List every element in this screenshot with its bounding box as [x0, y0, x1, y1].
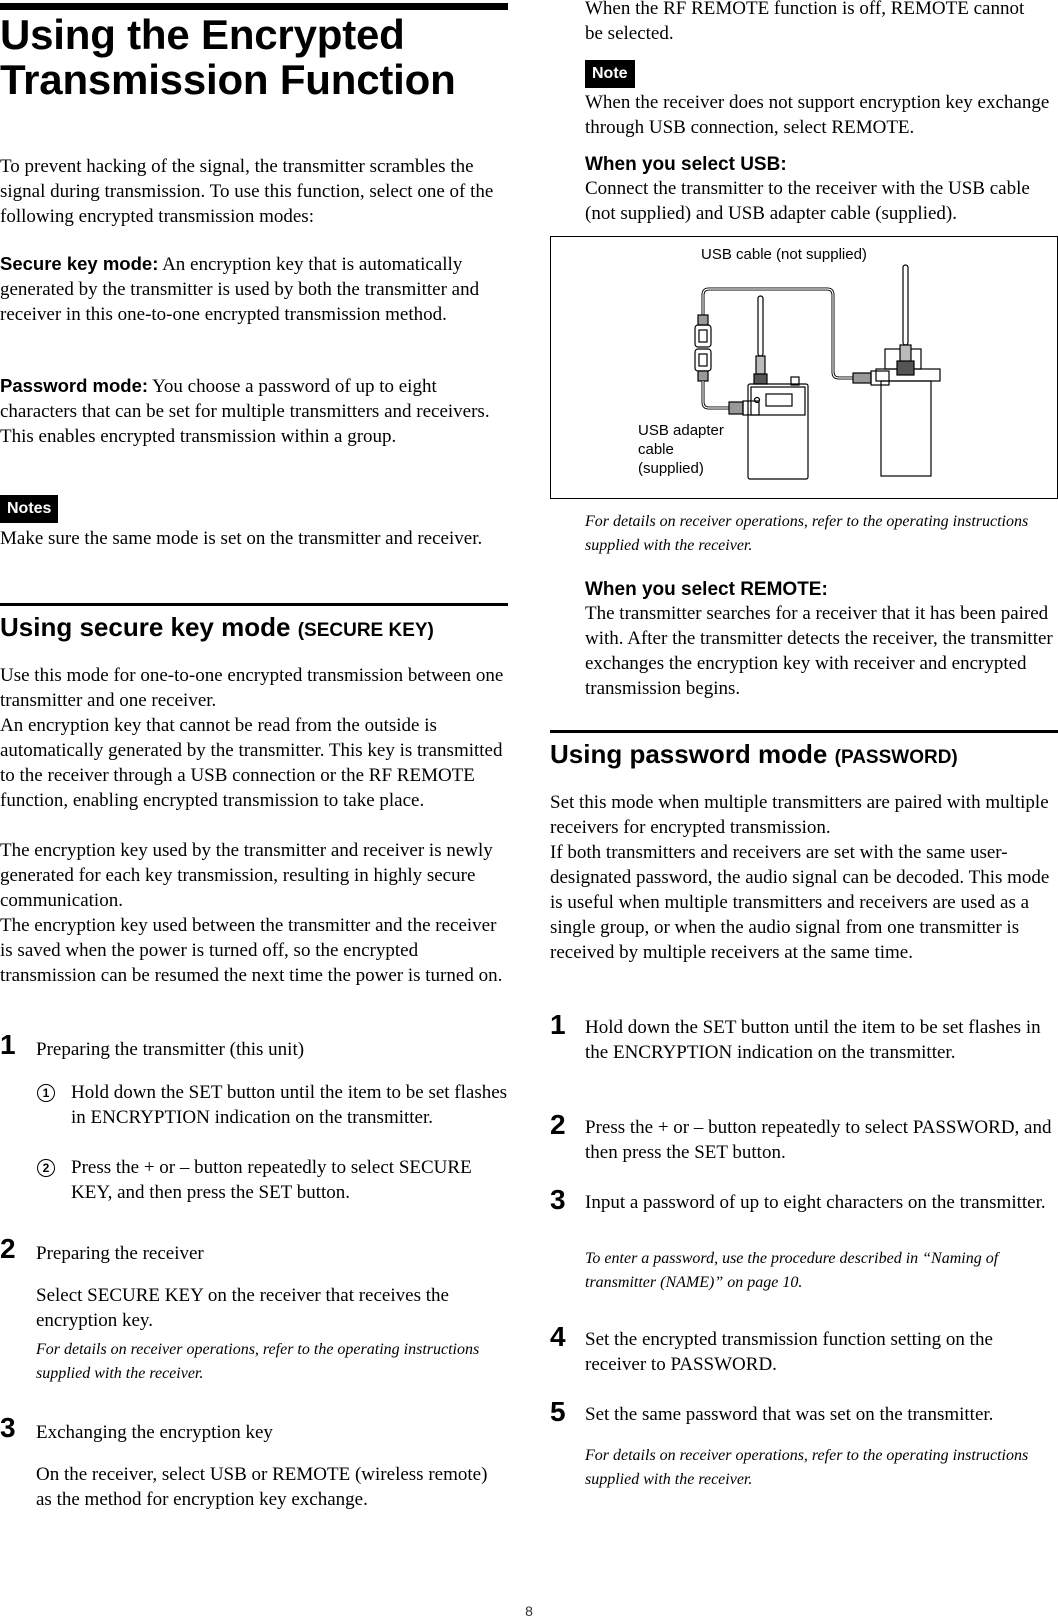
page-title: Using the Encrypted Transmission Functio…	[0, 11, 456, 103]
mode-secure-key: Secure key mode: An encryption key that …	[0, 251, 508, 327]
note-text: When the receiver does not support encry…	[585, 92, 1050, 138]
section-title-text: Using password mode	[550, 739, 828, 769]
section-title-secure-key: Using secure key mode (SECURE KEY)	[0, 611, 434, 647]
step-number: 3	[0, 1412, 16, 1443]
usb-text: Connect the transmitter to the receiver …	[585, 178, 1030, 224]
step-text: Set the encrypted transmission function …	[585, 1329, 993, 1375]
step-number: 1	[550, 1009, 566, 1040]
notes-text: Make sure the same mode is set on the tr…	[0, 528, 483, 549]
step-number: 4	[550, 1321, 566, 1352]
circled-number-icon: 1	[37, 1084, 55, 1102]
section-title-sub: (PASSWORD)	[834, 747, 958, 768]
step-number: 2	[0, 1233, 16, 1264]
step-text: Exchanging the encryption key	[36, 1422, 273, 1443]
secure-key-para-2: An encryption key that cannot be read fr…	[0, 715, 503, 811]
step-detail: Select SECURE KEY on the receiver that r…	[36, 1285, 449, 1331]
intro-paragraph: To prevent hacking of the signal, the tr…	[0, 156, 494, 227]
section-rule	[550, 730, 1058, 733]
step-note: For details on receiver operations, refe…	[36, 1341, 480, 1382]
section-title-sub: (SECURE KEY)	[297, 620, 434, 641]
step-text: Set the same password that was set on th…	[585, 1404, 994, 1425]
secure-key-para-3: The encryption key used by the transmitt…	[0, 840, 493, 911]
title-rule	[0, 3, 508, 10]
step-number: 2	[550, 1109, 566, 1140]
usb-heading: When you select USB:	[585, 154, 787, 175]
step-number: 3	[550, 1184, 566, 1215]
mode-label: Password mode:	[0, 375, 149, 396]
password-para-2: If both transmitters and receivers are s…	[550, 842, 1050, 963]
step-detail-cont: When the RF REMOTE function is off, REMO…	[585, 0, 1025, 44]
receiver-icon	[852, 264, 941, 477]
mode-password: Password mode: You choose a password of …	[0, 373, 508, 449]
section-rule	[0, 603, 508, 606]
step-note: To enter a password, use the procedure d…	[585, 1250, 999, 1291]
usb-connection-figure: USB cable (not supplied) USB adapter cab…	[550, 236, 1058, 499]
circled-number-icon: 2	[37, 1159, 55, 1177]
step-text: Hold down the SET button until the item …	[585, 1017, 1041, 1063]
usb-cable-icon	[701, 287, 853, 380]
substep-text: Hold down the SET button until the item …	[71, 1082, 508, 1128]
section-title-text: Using secure key mode	[0, 612, 291, 642]
step-text: Preparing the transmitter (this unit)	[36, 1039, 305, 1060]
step-detail: On the receiver, select USB or REMOTE (w…	[36, 1464, 488, 1510]
password-para-1: Set this mode when multiple transmitters…	[550, 792, 1049, 838]
step-number: 5	[550, 1396, 566, 1427]
step-note: For details on receiver operations, refe…	[585, 1447, 1029, 1488]
transmitter-icon	[747, 295, 809, 480]
step-text: Input a password of up to eight characte…	[585, 1192, 1046, 1213]
step-number: 1	[0, 1029, 16, 1060]
remote-text: The transmitter searches for a receiver …	[585, 603, 1053, 699]
secure-key-para-4: The encryption key used between the tran…	[0, 915, 503, 986]
section-title-password: Using password mode (PASSWORD)	[550, 738, 958, 774]
usb-adapter-icon	[694, 314, 712, 382]
remote-heading: When you select REMOTE:	[585, 579, 828, 600]
device-illustration	[694, 264, 941, 480]
note-badge: Note	[585, 60, 635, 88]
page-number: 8	[525, 1603, 533, 1619]
secure-key-para-1: Use this mode for one-to-one encrypted t…	[0, 665, 504, 711]
step-text: Preparing the receiver	[36, 1243, 204, 1264]
mode-label: Secure key mode:	[0, 253, 159, 274]
notes-badge: Notes	[0, 495, 59, 523]
step-text: Press the + or – button repeatedly to se…	[585, 1117, 1052, 1163]
substep-text: Press the + or – button repeatedly to se…	[71, 1157, 472, 1203]
usb-note: For details on receiver operations, refe…	[585, 513, 1029, 554]
